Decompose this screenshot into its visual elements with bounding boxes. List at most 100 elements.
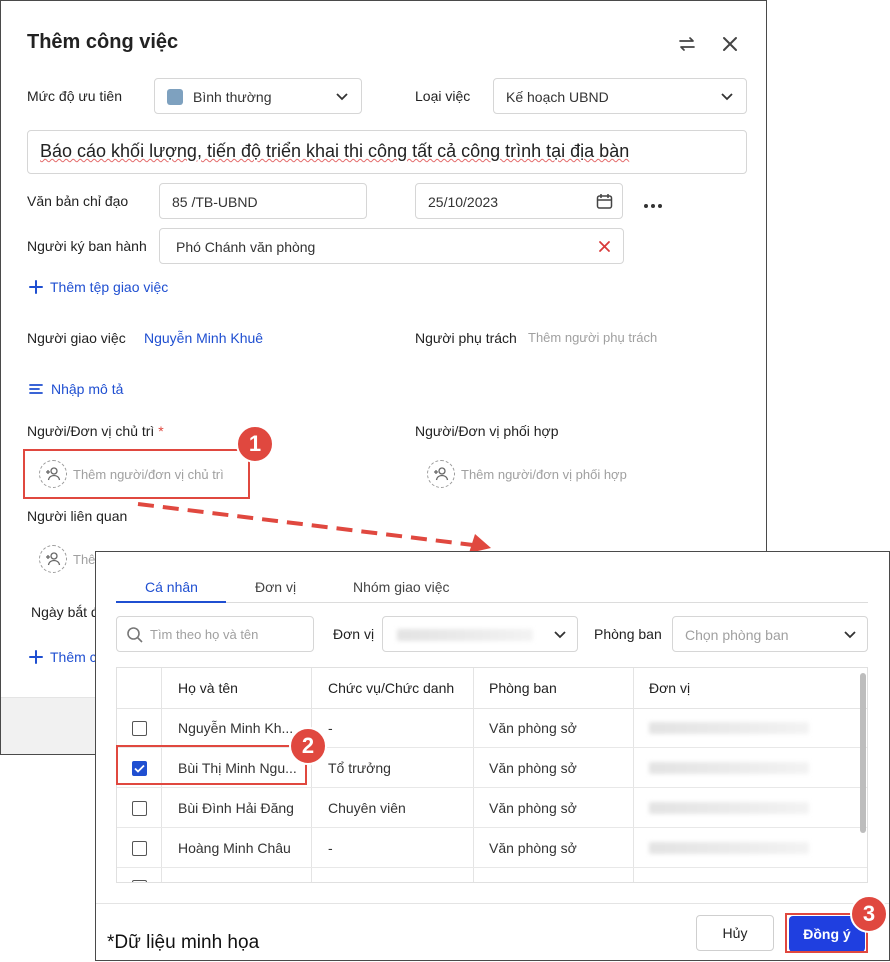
table-row[interactable]: Hoàng Minh Châu - Văn phòng sở	[117, 828, 867, 868]
tab-unit[interactable]: Đơn vị	[255, 579, 296, 595]
task-type-value: Kế hoạch UBND	[506, 89, 609, 105]
blurred-unit-value	[397, 629, 533, 641]
add-more-label: Thêm c	[50, 649, 97, 665]
cooperate-label: Người/Đơn vị phối hợp	[415, 423, 559, 439]
start-date-label: Ngày bắt đ	[31, 604, 99, 620]
close-icon[interactable]	[719, 33, 741, 55]
signer-label: Người ký ban hành	[27, 238, 147, 254]
priority-value: Bình thường	[193, 89, 272, 105]
row-title: -	[328, 840, 333, 856]
row-checkbox[interactable]	[132, 721, 147, 736]
calendar-icon[interactable]	[596, 193, 613, 210]
row-checkbox[interactable]	[132, 841, 147, 856]
required-mark: *	[158, 423, 164, 439]
directive-doc-date-input[interactable]: 25/10/2023	[415, 183, 623, 219]
row-checkbox[interactable]	[132, 880, 147, 882]
dept-placeholder: Chọn phòng ban	[685, 627, 789, 643]
plus-icon	[29, 280, 43, 294]
assigner-value[interactable]: Nguyễn Minh Khuê	[144, 330, 263, 346]
add-description-link[interactable]: Nhập mô tả	[29, 381, 123, 397]
row-unit-blurred	[649, 762, 809, 774]
picker-footer-divider	[96, 903, 889, 904]
directive-doc-label: Văn bản chỉ đạo	[27, 193, 129, 209]
active-tab-indicator	[116, 601, 226, 603]
illustrative-data-note: *Dữ liệu minh họa	[107, 932, 260, 953]
directive-doc-number-input[interactable]: 85 /TB-UBND	[159, 183, 367, 219]
callout-3-badge: 3	[850, 895, 888, 933]
callout-2-badge: 2	[289, 727, 327, 765]
owner-placeholder[interactable]: Thêm người phụ trách	[528, 330, 657, 345]
table-row[interactable]: Bùi Đình Hải Đăng Chuyên viên Văn phòng …	[117, 788, 867, 828]
chevron-down-icon	[844, 631, 856, 639]
text-lines-icon	[29, 384, 43, 394]
add-related-placeholder: Thê	[73, 551, 96, 567]
assigner-label: Người giao việc	[27, 330, 126, 346]
task-type-select[interactable]: Kế hoạch UBND	[493, 78, 747, 114]
task-name-input[interactable]: Báo cáo khối lượng, tiến độ triển khai t…	[27, 130, 747, 174]
row-unit-blurred	[649, 842, 809, 854]
row-dept: Văn phòng sở	[489, 720, 577, 736]
task-name-value: Báo cáo khối lượng, tiến độ triển khai t…	[40, 141, 630, 161]
row-dept: Văn phòng sở	[489, 760, 577, 776]
row-checkbox[interactable]	[132, 801, 147, 816]
tabs-divider	[116, 602, 868, 603]
callout-1-highlight	[23, 449, 250, 499]
signer-value: Phó Chánh văn phòng	[176, 239, 316, 255]
lead-label: Người/Đơn vị chủ trì *	[27, 423, 164, 439]
row-title: Tổ trưởng	[328, 760, 391, 776]
row-title: -	[328, 720, 333, 736]
directive-doc-number: 85 /TB-UBND	[172, 194, 258, 210]
cancel-button[interactable]: Hủy	[696, 915, 774, 951]
add-related-button[interactable]: Thê	[39, 545, 95, 573]
tab-personal[interactable]: Cá nhân	[145, 579, 198, 595]
chevron-down-icon	[336, 93, 348, 101]
priority-label: Mức độ ưu tiên	[27, 88, 123, 104]
col-header-title[interactable]: Chức vụ/Chức danh	[328, 680, 454, 696]
callout-1-badge: 1	[236, 425, 274, 463]
plus-icon	[29, 650, 43, 664]
search-placeholder: Tìm theo họ và tên	[150, 627, 259, 642]
priority-select[interactable]: Bình thường	[154, 78, 362, 114]
add-person-icon	[427, 460, 455, 488]
dept-filter-select[interactable]: Chọn phòng ban	[672, 616, 868, 652]
priority-color-swatch	[167, 89, 183, 105]
search-icon	[127, 627, 143, 643]
chevron-down-icon	[554, 631, 566, 639]
table-row[interactable]: Nguyễn Minh Kh... - Văn phòng sở	[117, 708, 867, 748]
callout-2-highlight	[116, 745, 307, 785]
col-header-dept[interactable]: Phòng ban	[489, 680, 557, 696]
tab-task-group[interactable]: Nhóm giao việc	[353, 579, 450, 595]
add-cooperate-button[interactable]: Thêm người/đơn vị phối hợp	[427, 460, 627, 488]
more-options-icon[interactable]	[643, 197, 663, 208]
row-unit-blurred	[649, 802, 809, 814]
unit-filter-label: Đơn vị	[333, 626, 375, 642]
swap-icon[interactable]	[676, 33, 698, 55]
add-more-link[interactable]: Thêm c	[29, 649, 97, 665]
directive-doc-date: 25/10/2023	[428, 194, 499, 210]
add-description-label: Nhập mô tả	[51, 381, 124, 397]
row-dept: Văn phòng sở	[489, 840, 577, 856]
row-dept: Văn phòng sở	[489, 800, 577, 816]
search-input[interactable]: Tìm theo họ và tên	[116, 616, 314, 652]
dept-filter-label: Phòng ban	[594, 626, 662, 642]
row-unit-blurred	[649, 722, 809, 734]
add-person-icon	[39, 545, 67, 573]
row-name: Bùi Đình Hải Đăng	[178, 800, 294, 816]
col-header-name[interactable]: Họ và tên	[178, 680, 238, 696]
col-header-unit[interactable]: Đơn vị	[649, 680, 690, 696]
add-cooperate-placeholder: Thêm người/đơn vị phối hợp	[461, 466, 627, 482]
dialog-title: Thêm công việc	[27, 31, 179, 53]
lead-label-text: Người/Đơn vị chủ trì	[27, 423, 155, 439]
signer-input[interactable]: Phó Chánh văn phòng	[159, 228, 624, 264]
chevron-down-icon	[721, 93, 733, 101]
clear-icon[interactable]	[598, 240, 611, 253]
row-name: Nguyễn Minh Kh...	[178, 720, 294, 736]
add-attachment-link[interactable]: Thêm tệp giao việc	[29, 279, 168, 295]
task-type-label: Loại việc	[415, 88, 471, 104]
related-label: Người liên quan	[27, 508, 128, 524]
table-scrollbar[interactable]	[860, 673, 866, 833]
add-attachment-label: Thêm tệp giao việc	[50, 279, 169, 295]
dashed-arrow	[137, 502, 491, 553]
row-title: Chuyên viên	[328, 800, 406, 816]
unit-filter-select[interactable]	[382, 616, 578, 652]
